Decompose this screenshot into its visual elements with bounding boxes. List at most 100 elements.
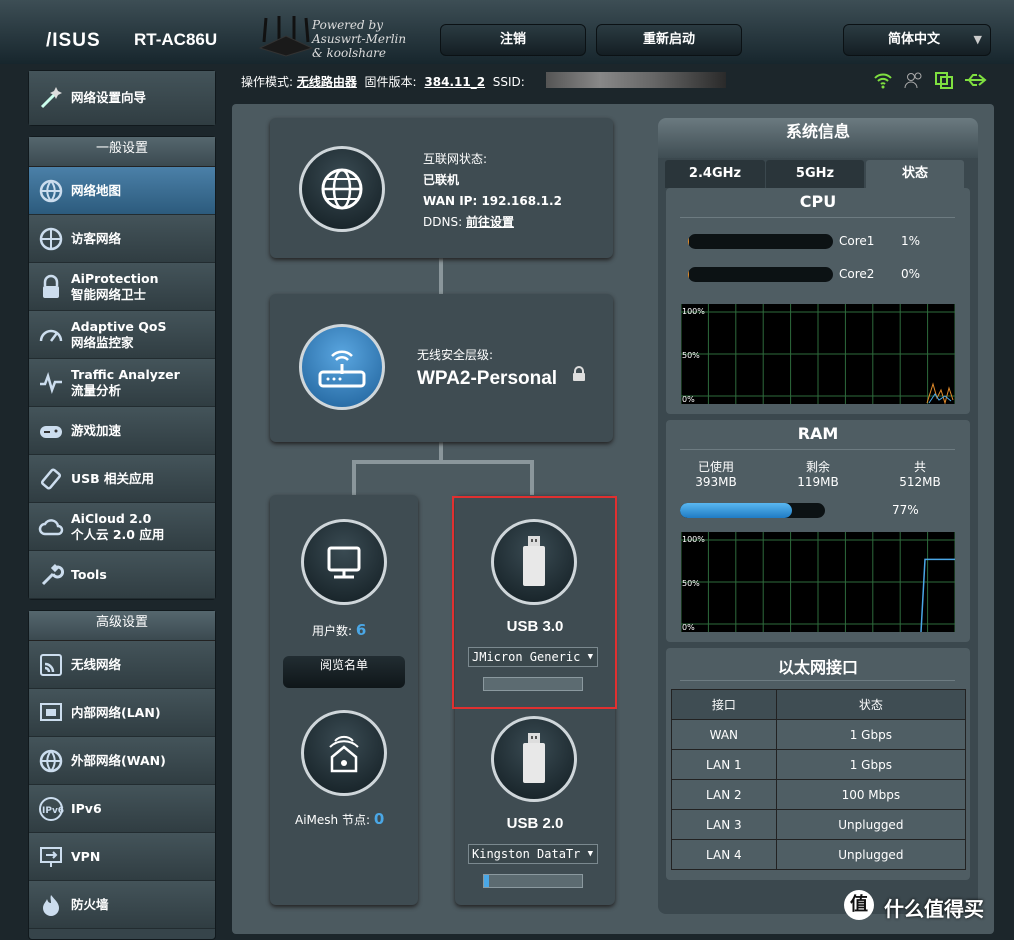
sidebar-item[interactable]: 网络地图 <box>29 167 215 215</box>
usb-status-icon[interactable] <box>934 70 954 90</box>
divider <box>680 449 955 450</box>
router-icon[interactable] <box>299 324 385 410</box>
op-mode-link[interactable]: 无线路由器 <box>297 75 357 89</box>
label-line: VPN <box>71 848 101 864</box>
table-row: WAN 1 Gbps <box>671 719 967 750</box>
firmware-link[interactable]: 384.11_2 <box>424 75 485 89</box>
view-list-button[interactable]: 阅览名单 <box>283 656 405 688</box>
ram-total-value: 512MB <box>899 475 941 489</box>
ram-free-label: 剩余 <box>805 460 830 474</box>
usb3-usage-bar <box>483 677 583 691</box>
eth-port: LAN 1 <box>671 749 777 780</box>
sidebar-item[interactable]: USB 相关应用 <box>29 455 215 503</box>
chevron-down-icon: ▼ <box>973 33 982 46</box>
language-select[interactable]: 简体中文 ▼ <box>843 24 991 56</box>
internet-globe-icon[interactable] <box>299 146 385 232</box>
tab-24ghz[interactable]: 2.4GHz <box>665 160 765 188</box>
users-icon[interactable] <box>903 70 925 90</box>
sidebar-advanced-item[interactable]: 内部网络(LAN) <box>29 689 215 737</box>
label-line: 外部网络(WAN) <box>71 752 166 768</box>
label-line: 网络监控家 <box>71 334 134 350</box>
sidebar-advanced-item-label: 防火墙 <box>71 897 109 913</box>
usb2-usage-fill <box>484 875 489 887</box>
connector-line <box>439 258 443 294</box>
sidebar-item[interactable]: AiCloud 2.0 个人云 2.0 应用 <box>29 503 215 551</box>
map-icon <box>35 175 67 207</box>
usb3-device-select[interactable]: JMicron Generic ▼ <box>468 647 598 667</box>
eth-status: Unplugged <box>775 839 967 870</box>
cpu-title: CPU <box>799 192 837 211</box>
quick-setup-label: 网络设置向导 <box>71 90 147 105</box>
sidebar-advanced-item-label: VPN <box>71 849 100 865</box>
eth-status: 100 Mbps <box>775 779 967 810</box>
sidebar-advanced-item[interactable]: 无线网络 <box>29 641 215 689</box>
divider <box>680 217 955 218</box>
wizard-menu[interactable]: 网络设置向导 <box>28 70 216 126</box>
svg-text:IPv6: IPv6 <box>42 806 64 816</box>
sidebar-advanced-item[interactable]: 防火墙 <box>29 881 215 929</box>
clients-count: 6 <box>355 621 367 639</box>
sidebar-advanced-item[interactable]: IPv6 IPv6 <box>29 785 215 833</box>
powered-by-text: Powered by Asuswrt-Merlin & koolshare <box>312 18 407 60</box>
sidebar-item[interactable]: Traffic Analyzer 流量分析 <box>29 359 215 407</box>
lock-icon <box>35 271 67 303</box>
globe-icon <box>35 223 67 255</box>
logout-button[interactable]: 注销 <box>440 24 586 56</box>
sidebar-item[interactable]: 游戏加速 <box>29 407 215 455</box>
advanced-menu-title: 高级设置 <box>29 611 215 641</box>
sidebar-item[interactable]: Tools <box>29 551 215 599</box>
sidebar-item-label: 游戏加速 <box>71 423 121 439</box>
wand-icon <box>35 82 67 114</box>
tab-5ghz[interactable]: 5GHz <box>766 160 864 188</box>
language-value: 简体中文 <box>888 32 941 47</box>
tab-status[interactable]: 状态 <box>866 160 964 188</box>
usb-drive-icon[interactable] <box>491 716 577 802</box>
sidebar-item-label: Traffic Analyzer 流量分析 <box>71 367 180 399</box>
ram-total: 共 512MB <box>890 460 950 490</box>
ram-graph: 100% 50% 0% <box>680 532 956 633</box>
eth-port: WAN <box>671 719 777 750</box>
label-line: 内部网络(LAN) <box>71 704 161 720</box>
reboot-button[interactable]: 重新启动 <box>596 24 742 56</box>
sidebar-advanced-item-label: IPv6 <box>71 801 102 817</box>
usb-connect-icon[interactable] <box>963 70 987 90</box>
internet-info: 互联网状态: 已联机 WAN IP: 192.168.1.2 DDNS: 前往设… <box>423 149 562 233</box>
graph-axis-label: 50% <box>682 351 700 360</box>
usb3-title: USB 3.0 <box>506 618 564 635</box>
clients-monitor-icon[interactable] <box>301 519 387 605</box>
usb2-usage-bar <box>483 874 583 888</box>
sidebar-item[interactable]: Adaptive QoS 网络监控家 <box>29 311 215 359</box>
label-line: IPv6 <box>71 800 102 816</box>
eth-status: Unplugged <box>775 809 967 840</box>
firewall-icon <box>35 889 67 921</box>
ipv6-icon: IPv6 <box>35 793 67 825</box>
aimesh-icon[interactable] <box>301 710 387 796</box>
general-menu: 一般设置 网络地图 访客网络 AiProtection 智能网络卫士 Adaptive … <box>28 136 216 600</box>
firmware-label: 固件版本: <box>364 75 417 89</box>
security-label: 无线安全层级: <box>417 348 494 362</box>
router-logo-icon <box>258 16 314 57</box>
table-row: LAN 2 100 Mbps <box>671 779 967 810</box>
ddns-label: DDNS: <box>423 215 463 229</box>
label-line: Traffic Analyzer <box>71 366 180 382</box>
eth-status: 1 Gbps <box>775 749 967 780</box>
sidebar-item[interactable]: AiProtection 智能网络卫士 <box>29 263 215 311</box>
label-line: 防火墙 <box>71 896 109 912</box>
ddns-link[interactable]: 前往设置 <box>466 215 514 229</box>
eth-header-status: 状态 <box>775 689 967 720</box>
op-mode: 操作模式: 无线路由器 固件版本: 384.11_2 SSID: <box>241 73 525 90</box>
aimesh-row: AiMesh 节点: 0 <box>295 810 384 828</box>
sidebar-advanced-item-label: 内部网络(LAN) <box>71 705 161 721</box>
usb-drive-icon[interactable] <box>491 519 577 605</box>
ethernet-title: 以太网接口 <box>777 658 858 677</box>
sidebar-advanced-item[interactable]: 外部网络(WAN) <box>29 737 215 785</box>
advanced-menu: 高级设置 无线网络内部网络(LAN) 外部网络(WAN) IPv6 IPv6 VPN 防火… <box>28 610 216 940</box>
graph-axis-label: 100% <box>682 535 705 544</box>
usb2-device-select[interactable]: Kingston DataTr ▼ <box>468 844 598 864</box>
sidebar-item[interactable]: 访客网络 <box>29 215 215 263</box>
sidebar-advanced-item[interactable]: VPN <box>29 833 215 881</box>
quick-setup-item[interactable]: 网络设置向导 <box>29 71 215 125</box>
wifi-icon[interactable] <box>873 70 893 90</box>
sidebar-advanced-item-label: 外部网络(WAN) <box>71 753 166 769</box>
op-mode-label: 操作模式: <box>241 75 294 89</box>
